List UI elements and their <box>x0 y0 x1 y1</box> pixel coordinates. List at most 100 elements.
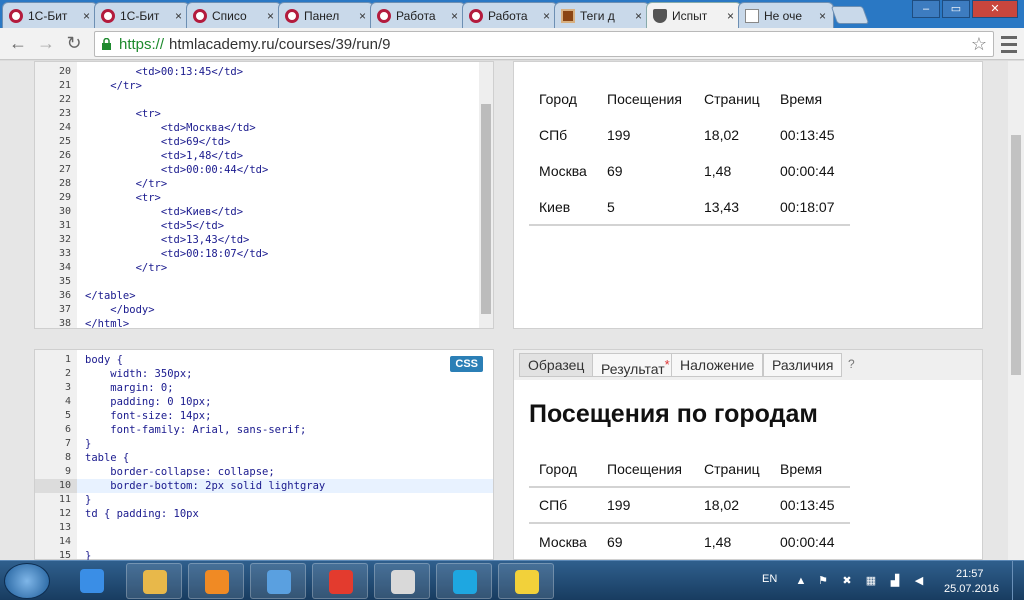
code-text: <td>69</td> <box>85 135 231 149</box>
tab-close-icon[interactable]: × <box>83 9 90 23</box>
tab-close-icon[interactable]: × <box>451 9 458 23</box>
css-code-editor[interactable]: 1 body {2 width: 350px; 3 margin: 0; 4 padd… <box>34 349 494 560</box>
taskbar-app-button[interactable] <box>126 563 182 599</box>
show-desktop-button[interactable] <box>1012 561 1024 600</box>
chrome-menu-icon[interactable] <box>998 32 1020 56</box>
line-number: 20 <box>58 66 71 77</box>
address-bar[interactable]: https:// htmlacademy.ru/courses/39/run/9… <box>94 31 994 57</box>
browser-tab[interactable]: Теги д × <box>554 2 650 28</box>
chrome-icon <box>391 570 415 594</box>
code-text: <td>Киев</td> <box>85 205 243 219</box>
start-button[interactable] <box>4 563 50 599</box>
code-text: padding: 0 10px; <box>85 395 211 409</box>
taskbar-app-button[interactable] <box>188 563 244 599</box>
tab-close-icon[interactable]: × <box>543 9 550 23</box>
code-token: width: 350px; <box>110 368 193 380</box>
taskbar-app-button[interactable] <box>64 563 120 599</box>
volume-icon[interactable]: ◀ <box>912 574 926 588</box>
html-code-editor[interactable]: 20 <td>00:13:45</td> 21 </tr> 22 23 <tr> 24 … <box>34 61 494 330</box>
help-documents-icon <box>515 570 539 594</box>
line-number: 36 <box>58 290 71 301</box>
tab-title: Теги д <box>580 9 615 23</box>
flag-icon[interactable]: ⚑ <box>816 574 830 588</box>
browser-tab[interactable]: Работа × <box>462 2 558 28</box>
tab-result[interactable]: Результат* <box>592 353 679 377</box>
line-number: 27 <box>58 164 71 175</box>
browser-tab-strip: 1С-Бит × 1С-Бит × Списо × Панел × Работа × Работа ×… <box>0 0 1024 28</box>
window-close-button[interactable]: ✕ <box>972 0 1018 18</box>
page-scroll-thumb[interactable] <box>1011 135 1021 375</box>
browser-tab[interactable]: 1С-Бит × <box>2 2 98 28</box>
bitrix-ring-icon <box>377 9 391 23</box>
comparison-tabs: Образец Результат* Наложение Различия ? <box>514 350 982 380</box>
maximize-button[interactable]: ▭ <box>942 0 970 18</box>
code-text: td { padding: 10px <box>85 507 199 521</box>
taskbar-app-button[interactable] <box>374 563 430 599</box>
bookmark-star-icon[interactable]: ☆ <box>971 34 987 55</box>
tab-close-icon[interactable]: × <box>635 9 642 23</box>
action-center-icon[interactable]: ✖ <box>840 574 854 588</box>
line-number: 4 <box>64 396 71 407</box>
tab-title: Работа <box>396 9 436 23</box>
yandex-browser-icon <box>329 570 353 594</box>
taskbar-app-button[interactable] <box>312 563 368 599</box>
browser-tab[interactable]: 1С-Бит × <box>94 2 190 28</box>
tab-close-icon[interactable]: × <box>727 9 734 23</box>
code-text: </tr> <box>85 177 168 191</box>
new-tab-button[interactable] <box>830 6 870 24</box>
help-icon[interactable]: ? <box>848 357 855 371</box>
minimize-button[interactable]: – <box>912 0 940 18</box>
clock-time[interactable]: 21:57 <box>956 568 984 580</box>
skype-icon <box>453 570 477 594</box>
browser-tab[interactable]: Испыт × <box>646 2 742 28</box>
line-number: 23 <box>58 108 71 119</box>
browser-tab[interactable]: Панел × <box>278 2 374 28</box>
bitrix-ring-icon <box>9 9 23 23</box>
code-token: <td>69</td> <box>160 136 231 148</box>
code-token: <tr> <box>135 108 161 120</box>
tab-sample[interactable]: Образец <box>519 353 594 377</box>
code-text: <td>00:13:45</td> <box>85 65 243 79</box>
page-scrollbar[interactable] <box>1008 61 1024 560</box>
table-cell: 69 <box>607 533 623 550</box>
tab-differences[interactable]: Различия <box>763 353 843 377</box>
browser-tab[interactable]: Не оче × <box>738 2 834 28</box>
clock-date[interactable]: 25.07.2016 <box>944 583 999 595</box>
table-cell: Город <box>539 91 577 107</box>
taskbar-app-button[interactable] <box>498 563 554 599</box>
taskbar-app-button[interactable] <box>436 563 492 599</box>
taskbar-app-button[interactable] <box>250 563 306 599</box>
code-text: <td>00:18:07</td> <box>85 247 268 261</box>
network-icon[interactable]: ▦ <box>864 574 878 588</box>
editor-scrollbar[interactable] <box>479 62 493 328</box>
forward-arrow-icon[interactable]: → <box>34 32 58 56</box>
back-arrow-icon[interactable]: ← <box>6 32 30 56</box>
browser-tab[interactable]: Списо × <box>186 2 282 28</box>
tab-close-icon[interactable]: × <box>175 9 182 23</box>
tab-title: 1С-Бит <box>120 9 160 23</box>
code-token: </tr> <box>110 80 142 92</box>
tab-title: Испыт <box>672 9 708 23</box>
tab-close-icon[interactable]: × <box>819 9 826 23</box>
code-text: border-collapse: collapse; <box>85 465 274 479</box>
signal-icon[interactable]: ▟ <box>888 574 902 588</box>
reload-icon[interactable]: ↻ <box>62 32 86 56</box>
browser-tab[interactable]: Работа × <box>370 2 466 28</box>
code-text: </table> <box>85 289 136 303</box>
language-indicator[interactable]: EN <box>762 573 777 585</box>
tab-title: Работа <box>488 9 528 23</box>
tab-overlay[interactable]: Наложение <box>671 353 764 377</box>
code-token: } <box>85 438 92 450</box>
tab-close-icon[interactable]: × <box>267 9 274 23</box>
table-cell: 00:18:07 <box>780 198 835 215</box>
tray-arrow-icon[interactable]: ▲ <box>794 574 808 588</box>
editor-scroll-thumb[interactable] <box>481 104 491 314</box>
tab-close-icon[interactable]: × <box>359 9 366 23</box>
code-text: <td>1,48</td> <box>85 149 243 163</box>
code-token: table { <box>85 452 130 464</box>
